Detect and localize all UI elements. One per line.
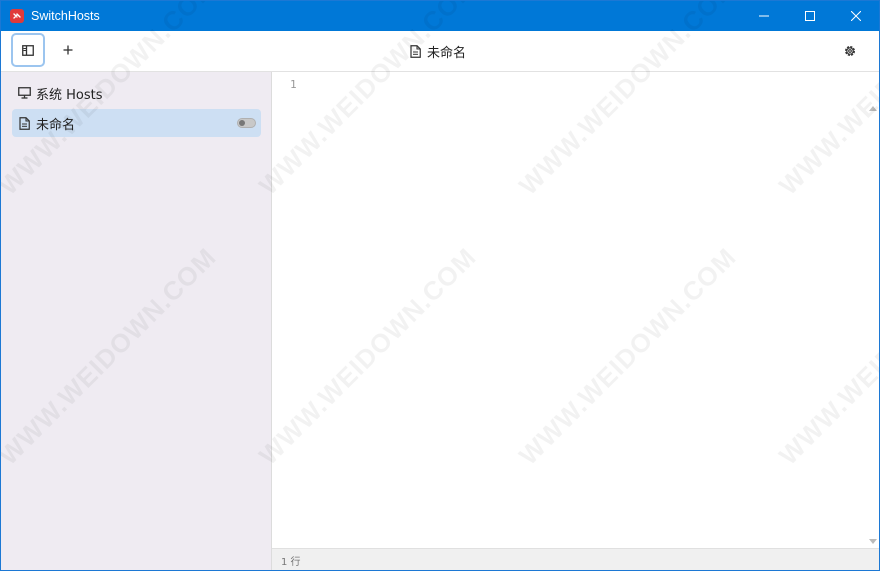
- toggle-knob: [239, 120, 245, 126]
- file-icon: [12, 109, 36, 137]
- scroll-up-arrow-icon[interactable]: [869, 104, 877, 112]
- gear-icon: [844, 45, 856, 57]
- editor-scrollbar[interactable]: [867, 72, 879, 548]
- sidebar-item-label: 系统 Hosts: [36, 87, 103, 103]
- monitor-icon: [12, 79, 36, 107]
- current-hosts-title: 未命名: [410, 41, 466, 61]
- maximize-button[interactable]: [787, 1, 833, 31]
- hosts-enable-toggle[interactable]: [237, 118, 256, 128]
- maximize-icon: [805, 11, 815, 21]
- close-icon: [851, 11, 861, 21]
- sidebar-layout-icon: [22, 44, 34, 56]
- status-bar: 1 行: [272, 548, 879, 570]
- window-title: SwitchHosts: [31, 9, 100, 23]
- minimize-button[interactable]: [741, 1, 787, 31]
- plus-icon: [63, 45, 73, 55]
- sidebar-item-untitled[interactable]: 未命名: [12, 109, 261, 137]
- line-count-status: 1 行: [281, 556, 301, 568]
- hosts-editor[interactable]: 1: [272, 72, 867, 548]
- page-title: 未命名: [427, 45, 467, 61]
- add-hosts-button[interactable]: [56, 38, 80, 62]
- toggle-sidebar-button[interactable]: [11, 33, 45, 67]
- window-controls: [741, 1, 879, 31]
- sidebar-item-label: 未命名: [36, 117, 76, 133]
- sidebar: 系统 Hosts 未命名: [1, 72, 272, 570]
- title-bar[interactable]: SwitchHosts: [1, 1, 879, 31]
- switchhosts-logo-icon: [10, 9, 24, 23]
- minimize-icon: [759, 15, 769, 17]
- toolbar: 未命名: [1, 31, 879, 72]
- sidebar-item-system-hosts[interactable]: 系统 Hosts: [12, 79, 261, 107]
- line-number: 1: [290, 78, 297, 91]
- app-window: SwitchHosts 未命名 系统 Hosts 未命名 1 1 行: [0, 0, 880, 571]
- file-icon: [410, 44, 421, 58]
- settings-button[interactable]: [841, 42, 859, 60]
- scroll-down-arrow-icon[interactable]: [869, 538, 877, 546]
- close-button[interactable]: [833, 1, 879, 31]
